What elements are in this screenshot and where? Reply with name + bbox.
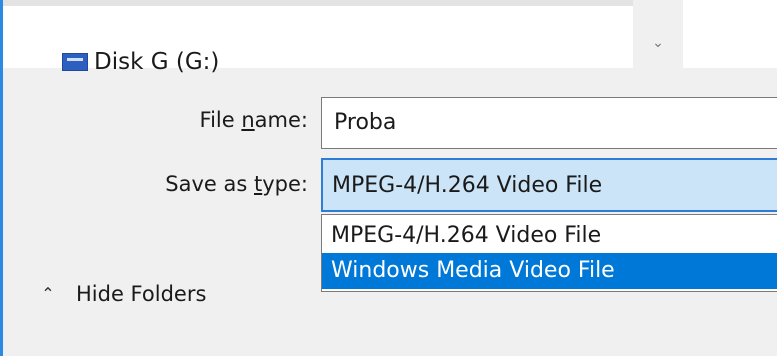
hide-folders-label: Hide Folders — [76, 282, 207, 306]
file-name-label: File name: — [199, 108, 308, 132]
chevron-up-icon: ⌃ — [41, 284, 55, 303]
tree-item-label: Disk G (G:) — [94, 49, 220, 75]
drive-icon — [62, 53, 88, 71]
tree-item-disk-g[interactable]: Disk G (G:) — [62, 42, 219, 82]
chevron-down-icon[interactable]: ⌄ — [649, 34, 667, 52]
dropdown-option-wmv[interactable]: Windows Media Video File — [322, 253, 777, 289]
panel-background — [683, 0, 777, 68]
save-as-type-select[interactable]: MPEG-4/H.264 Video File — [321, 158, 777, 212]
dropdown-option-mpeg4[interactable]: MPEG-4/H.264 Video File — [322, 218, 777, 254]
save-dialog: ⌄ Disk G (G:) File name: Proba Save as t… — [0, 0, 777, 356]
save-as-type-label: Save as type: — [165, 172, 308, 196]
save-as-type-dropdown: MPEG-4/H.264 Video File Windows Media Vi… — [321, 214, 777, 292]
tree-divider — [3, 0, 633, 6]
file-name-input[interactable]: Proba — [321, 97, 777, 149]
hide-folders-button[interactable]: ⌃ Hide Folders — [38, 282, 206, 306]
